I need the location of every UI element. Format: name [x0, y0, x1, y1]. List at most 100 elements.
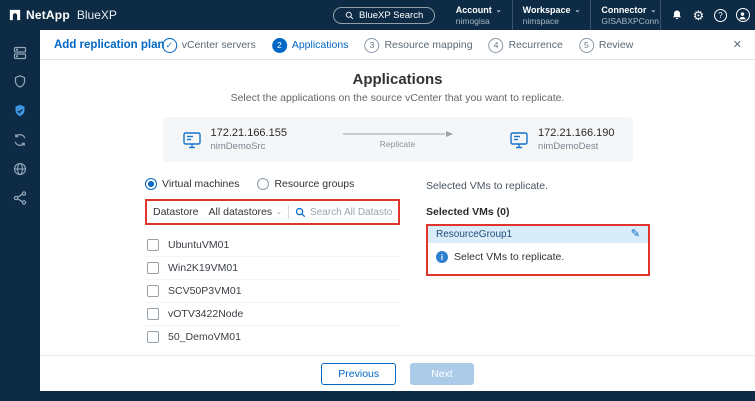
- vcenter-host-icon: [181, 129, 203, 151]
- top-icon-group: ⚙ ?: [660, 0, 750, 30]
- settings-gear-icon[interactable]: ⚙: [691, 8, 706, 23]
- user-avatar-icon[interactable]: [735, 8, 750, 23]
- bottom-bar: [0, 391, 755, 401]
- step-vcenter-servers[interactable]: ✓ vCenter servers: [162, 38, 256, 53]
- workspace-menu[interactable]: Workspace⌄ nimspace: [512, 0, 591, 30]
- destination-endpoint: 172.21.166.190 nimDemoDest: [508, 127, 614, 152]
- datastore-label: Datastore: [153, 206, 199, 218]
- top-bar: NetApp BlueXP BlueXP Search Account⌄ nim…: [0, 0, 755, 30]
- globe-icon[interactable]: [12, 161, 28, 177]
- protection-shield-icon[interactable]: [12, 103, 28, 119]
- vm-checkbox[interactable]: [147, 239, 159, 251]
- connector-menu[interactable]: Connector⌄ GISABXPConn: [590, 0, 669, 30]
- top-menus: Account⌄ nimogisa Workspace⌄ nimspace Co…: [446, 0, 669, 30]
- vm-list-item: vOTV3422Node: [145, 303, 400, 326]
- notifications-bell-icon[interactable]: [669, 8, 684, 23]
- search-icon: [345, 11, 354, 20]
- step-number: 4: [489, 38, 504, 53]
- vm-checkbox[interactable]: [147, 285, 159, 297]
- search-icon: [295, 207, 306, 218]
- step-label: vCenter servers: [182, 39, 256, 51]
- replication-summary-card: 172.21.166.155 nimDemoSrc Replicate 172.…: [163, 117, 633, 162]
- destination-ip: 172.21.166.190: [538, 127, 614, 139]
- shield-icon[interactable]: [12, 74, 28, 90]
- account-menu-value: nimogisa: [456, 16, 502, 26]
- connector-menu-label: Connector: [601, 5, 646, 15]
- step-number: 3: [364, 38, 379, 53]
- step-applications[interactable]: 2 Applications: [272, 38, 349, 53]
- previous-button[interactable]: Previous: [321, 363, 396, 385]
- wizard-steps: ✓ vCenter servers 2 Applications 3 Resou…: [162, 30, 634, 60]
- wizard-title: Add replication plan: [54, 39, 165, 51]
- source-endpoint: 172.21.166.155 nimDemoSrc: [181, 127, 287, 152]
- step-label: Applications: [292, 39, 349, 51]
- step-number: 2: [272, 38, 287, 53]
- step-number: 5: [579, 38, 594, 53]
- step-check-icon: ✓: [162, 38, 177, 53]
- brand-name: NetApp: [26, 8, 70, 22]
- account-menu[interactable]: Account⌄ nimogisa: [446, 0, 512, 30]
- wizard-content: Applications Select the applications on …: [40, 60, 755, 355]
- vm-checkbox[interactable]: [147, 308, 159, 320]
- chevron-down-icon: ⌄: [574, 6, 580, 14]
- vm-name: vOTV3422Node: [168, 308, 243, 320]
- vm-name: 50_DemoVM01: [168, 331, 241, 343]
- search-label: BlueXP Search: [359, 10, 423, 21]
- brand: NetApp BlueXP: [9, 0, 117, 30]
- vm-list-item: SCV50P3VM01: [145, 280, 400, 303]
- vm-selection-column: Virtual machines Resource groups Datasto…: [145, 178, 400, 348]
- radio-resource-groups[interactable]: Resource groups: [257, 178, 354, 190]
- divider: [288, 205, 289, 219]
- step-recurrence[interactable]: 4 Recurrence: [489, 38, 563, 53]
- resource-group-annotated-box: ResourceGroup1 ✎ i Select VMs to replica…: [426, 224, 650, 276]
- selection-area: Virtual machines Resource groups Datasto…: [145, 178, 650, 348]
- radio-virtual-machines[interactable]: Virtual machines: [145, 178, 239, 190]
- netapp-logo-icon: [9, 9, 21, 21]
- storage-icon[interactable]: [12, 45, 28, 61]
- destination-name: nimDemoDest: [538, 141, 614, 152]
- vm-name: Win2K19VM01: [168, 262, 238, 274]
- step-resource-mapping[interactable]: 3 Resource mapping: [364, 38, 472, 53]
- help-icon[interactable]: ?: [713, 8, 728, 23]
- datastore-dropdown-value: All datastores: [209, 206, 273, 218]
- vm-checkbox[interactable]: [147, 331, 159, 343]
- bluexp-search-button[interactable]: BlueXP Search: [333, 7, 435, 24]
- account-menu-label: Account: [456, 5, 492, 15]
- app-shell: Add replication plan ✓ vCenter servers 2…: [0, 30, 755, 391]
- vm-list-item: 50_DemoVM01: [145, 326, 400, 348]
- replicate-arrow: Replicate: [343, 130, 453, 149]
- edit-pencil-icon[interactable]: ✎: [631, 229, 640, 240]
- main-panel: Add replication plan ✓ vCenter servers 2…: [40, 30, 755, 391]
- radio-unselected-icon: [257, 178, 269, 190]
- workspace-menu-value: nimspace: [523, 16, 581, 26]
- vm-name: SCV50P3VM01: [168, 285, 242, 297]
- chevron-down-icon: ⌄: [276, 208, 282, 216]
- vm-list-item: Win2K19VM01: [145, 257, 400, 280]
- step-label: Resource mapping: [384, 39, 472, 51]
- datastore-search: [295, 207, 392, 218]
- vcenter-host-icon: [508, 129, 530, 151]
- resource-group-name: ResourceGroup1: [436, 229, 512, 240]
- vm-name: UbuntuVM01: [168, 239, 229, 251]
- next-button[interactable]: Next: [410, 363, 474, 385]
- sync-icon[interactable]: [12, 132, 28, 148]
- step-review[interactable]: 5 Review: [579, 38, 633, 53]
- step-label: Recurrence: [509, 39, 563, 51]
- close-icon[interactable]: ✕: [733, 38, 742, 51]
- share-nodes-icon[interactable]: [12, 190, 28, 206]
- source-type-radio-group: Virtual machines Resource groups: [145, 178, 400, 190]
- page-subtitle: Select the applications on the source vC…: [40, 92, 755, 104]
- search-datastores-input[interactable]: [310, 207, 392, 218]
- workspace-menu-label: Workspace: [523, 5, 571, 15]
- vm-checkbox[interactable]: [147, 262, 159, 274]
- wizard-footer: Previous Next: [40, 355, 755, 391]
- selected-vms-caption: Selected VMs to replicate.: [426, 180, 650, 192]
- resource-group-body: i Select VMs to replicate.: [428, 243, 648, 274]
- datastore-dropdown[interactable]: All datastores ⌄: [209, 206, 283, 218]
- source-name: nimDemoSrc: [211, 141, 287, 152]
- radio-label: Virtual machines: [162, 178, 239, 190]
- connector-menu-value: GISABXPConn: [601, 16, 659, 26]
- product-name: BlueXP: [77, 8, 117, 22]
- selected-vms-title: Selected VMs (0): [426, 206, 650, 218]
- vm-list: UbuntuVM01 Win2K19VM01 SCV50P3VM01: [145, 234, 400, 348]
